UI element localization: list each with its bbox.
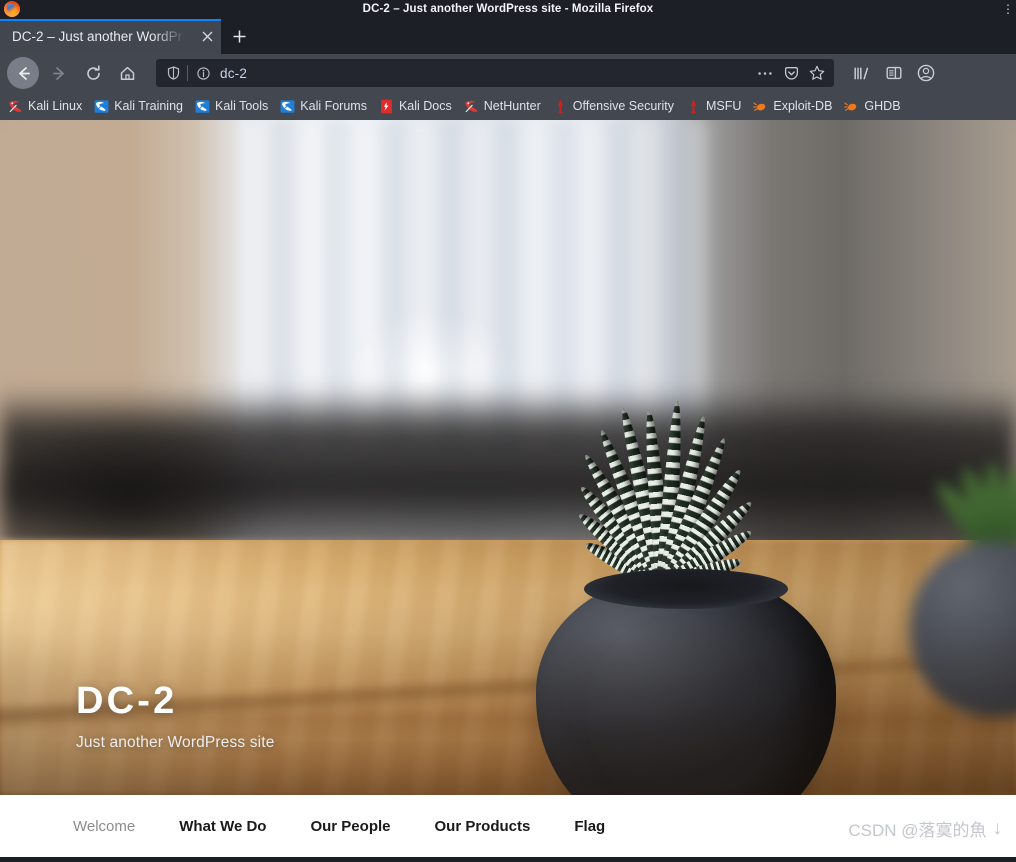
bookmark-label: GHDB <box>864 99 901 113</box>
window-titlebar: DC-2 – Just another WordPress site - Moz… <box>0 0 1016 18</box>
tab-title: DC-2 – Just another WordPr <box>12 29 183 44</box>
kali-dragon-blue-icon <box>94 99 109 113</box>
home-icon[interactable] <box>110 58 144 88</box>
watermark-arrow-icon: ↓ <box>992 817 1003 839</box>
nav-item-flag[interactable]: Flag <box>574 818 605 835</box>
tab-strip: DC-2 – Just another WordPr <box>0 18 1016 54</box>
exploitdb-icon <box>844 102 857 111</box>
account-icon[interactable] <box>910 58 942 88</box>
bookmark-label: Kali Linux <box>28 99 83 113</box>
browser-toolbar: dc-2 <box>0 54 1016 92</box>
shield-icon[interactable] <box>162 66 184 80</box>
window-title: DC-2 – Just another WordPress site - Moz… <box>362 3 654 15</box>
firefox-logo-icon <box>4 1 20 17</box>
bookmarks-bar: Kali Linux Kali Training Kali Tools Kali… <box>0 92 1016 120</box>
star-icon[interactable] <box>804 60 830 86</box>
toolbar-right-actions <box>846 58 942 88</box>
bookmark-ghdb[interactable]: GHDB <box>838 97 906 116</box>
bookmark-label: MSFU <box>705 99 742 113</box>
site-title[interactable]: DC-2 <box>76 682 274 720</box>
hero-banner-image: DC-2 Just another WordPress site <box>0 120 1016 795</box>
bookmark-label: NetHunter <box>483 99 541 113</box>
nav-item-our-products[interactable]: Our Products <box>435 818 531 835</box>
window-overflow-icon[interactable]: ⋮ <box>1002 0 1014 18</box>
bookmark-label: Exploit-DB <box>773 99 833 113</box>
bookmark-kali-training[interactable]: Kali Training <box>88 97 189 116</box>
new-tab-button[interactable] <box>221 19 257 54</box>
kali-docs-icon <box>381 99 392 113</box>
reload-icon[interactable] <box>76 58 110 88</box>
bookmark-nethunter[interactable]: NetHunter <box>458 97 547 116</box>
bookmark-kali-docs[interactable]: Kali Docs <box>373 97 458 116</box>
bookmark-label: Kali Training <box>114 99 183 113</box>
nav-item-welcome[interactable]: Welcome <box>73 818 135 835</box>
site-branding: DC-2 Just another WordPress site <box>76 682 274 752</box>
nav-item-our-people[interactable]: Our People <box>310 818 390 835</box>
url-bar[interactable]: dc-2 <box>156 59 834 87</box>
bookmark-label: Kali Forums <box>300 99 367 113</box>
ellipsis-icon[interactable] <box>752 60 778 86</box>
bookmark-offensive-security[interactable]: Offensive Security <box>547 97 680 116</box>
bookmark-kali-forums[interactable]: Kali Forums <box>274 97 373 116</box>
close-icon[interactable] <box>193 19 221 54</box>
info-circle-icon[interactable] <box>194 66 212 80</box>
site-tagline: Just another WordPress site <box>76 734 275 751</box>
bookmark-label: Offensive Security <box>572 99 674 113</box>
kali-dragon-blue-icon <box>195 99 210 113</box>
back-arrow-icon[interactable] <box>7 57 39 89</box>
kali-dragon-red-icon <box>9 100 22 112</box>
bookmark-label: Kali Docs <box>398 99 452 113</box>
offsec-torch-icon <box>690 99 696 113</box>
forward-arrow-icon <box>42 58 76 88</box>
csdn-watermark: CSDN @落寞的魚 ↓ <box>848 816 1002 841</box>
nav-item-what-we-do[interactable]: What We Do <box>179 818 266 835</box>
bookmark-exploit-db[interactable]: Exploit-DB <box>747 97 838 116</box>
page-viewport: DC-2 Just another WordPress site Welcome… <box>0 120 1016 857</box>
pocket-icon[interactable] <box>778 60 804 86</box>
site-primary-nav: Welcome What We Do Our People Our Produc… <box>0 795 1016 857</box>
kali-dragon-red-icon <box>465 100 478 112</box>
browser-tab-active[interactable]: DC-2 – Just another WordPr <box>0 19 221 54</box>
library-icon[interactable] <box>846 58 878 88</box>
bookmark-label: Kali Tools <box>215 99 269 113</box>
exploitdb-icon <box>753 102 766 111</box>
watermark-text: CSDN @落寞的魚 <box>848 821 987 840</box>
sidebar-icon[interactable] <box>878 58 910 88</box>
bookmark-kali-tools[interactable]: Kali Tools <box>189 97 274 116</box>
kali-dragon-blue-icon <box>280 99 295 113</box>
bookmark-msfu[interactable]: MSFU <box>680 97 747 116</box>
bookmark-kali-linux[interactable]: Kali Linux <box>2 97 88 116</box>
urlbar-divider <box>187 65 188 81</box>
offsec-torch-icon <box>557 99 563 113</box>
url-input[interactable]: dc-2 <box>212 66 752 81</box>
